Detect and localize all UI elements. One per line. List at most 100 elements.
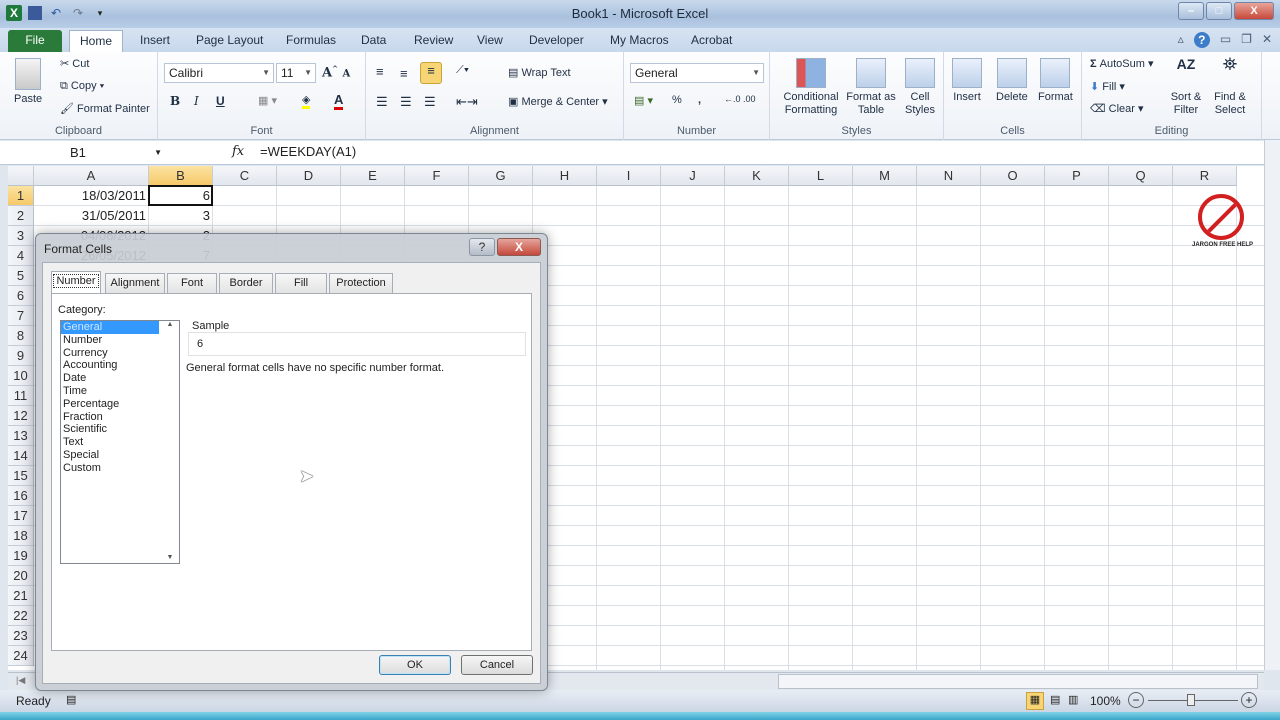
column-header-m[interactable]: M <box>853 166 917 186</box>
format-cells-button[interactable]: Format <box>1038 58 1073 104</box>
macro-record-icon[interactable]: ▤ <box>66 693 76 706</box>
tab-review[interactable]: Review <box>410 30 457 52</box>
zoom-in-button[interactable]: + <box>1241 692 1257 708</box>
zoom-slider-thumb[interactable] <box>1187 694 1195 706</box>
delete-cells-button[interactable]: Delete <box>996 58 1028 104</box>
column-header-j[interactable]: J <box>661 166 725 186</box>
row-header-21[interactable]: 21 <box>8 586 34 606</box>
row-header-11[interactable]: 11 <box>8 386 34 406</box>
tab-developer[interactable]: Developer <box>525 30 588 52</box>
tab-home[interactable]: Home <box>69 30 123 52</box>
minimize-ribbon-icon[interactable]: ▵ <box>1178 32 1184 48</box>
column-header-r[interactable]: R <box>1173 166 1237 186</box>
dialog-tab-font[interactable]: Font <box>167 273 217 293</box>
font-color-icon[interactable]: A <box>334 92 344 110</box>
row-header-17[interactable]: 17 <box>8 506 34 526</box>
name-box[interactable]: B1 ▼ <box>8 143 166 163</box>
category-item-accounting[interactable]: Accounting <box>61 359 159 372</box>
fill-button[interactable]: ⬇ Fill ▾ <box>1090 80 1125 93</box>
select-all-button[interactable] <box>8 166 34 186</box>
row-header-15[interactable]: 15 <box>8 466 34 486</box>
row-header-8[interactable]: 8 <box>8 326 34 346</box>
dialog-tab-alignment[interactable]: Alignment <box>105 273 165 293</box>
category-item-fraction[interactable]: Fraction <box>61 411 159 424</box>
number-format-combo[interactable]: General ▼ <box>630 63 764 83</box>
decimal-icons[interactable]: ←.0 .00 <box>724 94 756 104</box>
column-header-o[interactable]: O <box>981 166 1045 186</box>
category-item-custom[interactable]: Custom <box>61 462 159 475</box>
dialog-tab-protection[interactable]: Protection <box>329 273 393 293</box>
row-header-22[interactable]: 22 <box>8 606 34 626</box>
close-button[interactable]: X <box>1234 2 1274 20</box>
zoom-out-button[interactable]: − <box>1128 692 1144 708</box>
dialog-tab-number[interactable]: Number <box>51 271 101 294</box>
sheet-nav-first-icon[interactable]: |◀ <box>16 675 25 686</box>
clear-button[interactable]: ⌫ Clear ▾ <box>1090 102 1144 115</box>
insert-function-icon[interactable]: fx <box>232 144 244 159</box>
orientation-icon[interactable]: ⟋▾ <box>456 64 469 77</box>
format-painter-button[interactable]: 🖌 Format Painter <box>60 102 150 115</box>
normal-view-icon[interactable]: ▦ <box>1026 692 1044 710</box>
help-icon[interactable]: ? <box>1193 32 1210 48</box>
tab-my-macros[interactable]: My Macros <box>606 30 673 52</box>
dialog-close-button[interactable]: X <box>497 238 541 256</box>
scroll-up-icon[interactable]: ▲ <box>161 321 179 328</box>
accounting-format-icon[interactable]: ▤ ▾ <box>634 94 653 107</box>
find-select-button[interactable]: ⛯ Find & Select <box>1210 55 1250 117</box>
borders-icon[interactable]: ▦ ▾ <box>258 94 277 107</box>
row-header-16[interactable]: 16 <box>8 486 34 506</box>
category-item-scientific[interactable]: Scientific <box>61 423 159 436</box>
align-bottom-icon[interactable]: ≡ <box>420 62 442 84</box>
autosum-button[interactable]: Σ AutoSum ▾ <box>1090 57 1154 70</box>
tab-insert[interactable]: Insert <box>136 30 174 52</box>
column-header-a[interactable]: A <box>34 166 149 186</box>
cell-styles-button[interactable]: Cell Styles <box>900 58 940 117</box>
category-item-time[interactable]: Time <box>61 385 159 398</box>
row-header-10[interactable]: 10 <box>8 366 34 386</box>
row-header-14[interactable]: 14 <box>8 446 34 466</box>
paste-button[interactable]: Paste <box>14 58 42 106</box>
insert-cells-button[interactable]: Insert <box>952 58 982 104</box>
row-header-2[interactable]: 2 <box>8 206 34 226</box>
category-item-special[interactable]: Special <box>61 449 159 462</box>
row-header-20[interactable]: 20 <box>8 566 34 586</box>
category-list[interactable]: General Number Currency Accounting Date Time P… <box>60 320 180 564</box>
column-header-g[interactable]: G <box>469 166 533 186</box>
page-break-view-icon[interactable]: ▥ <box>1068 693 1078 706</box>
indent-icons[interactable]: ⇤⇥ <box>456 94 478 110</box>
bold-button[interactable]: B <box>170 94 180 108</box>
zoom-level[interactable]: 100% <box>1090 694 1121 708</box>
column-header-f[interactable]: F <box>405 166 469 186</box>
workbook-minimize-icon[interactable]: ▭ <box>1220 32 1231 48</box>
column-header-q[interactable]: Q <box>1109 166 1173 186</box>
row-header-7[interactable]: 7 <box>8 306 34 326</box>
percent-button[interactable]: % <box>672 94 682 106</box>
align-left-icon[interactable]: ☰ <box>376 94 388 110</box>
align-top-icon[interactable]: ≡ <box>376 64 384 79</box>
tab-file[interactable]: File <box>8 30 62 52</box>
tab-page-layout[interactable]: Page Layout <box>192 30 267 52</box>
grow-font-icon[interactable]: A^ A <box>322 64 350 80</box>
format-as-table-button[interactable]: Format as Table <box>846 58 896 117</box>
cell-a1[interactable]: 18/03/2011 <box>34 186 149 206</box>
font-name-combo[interactable]: Calibri ▼ <box>164 63 274 83</box>
horizontal-scrollbar[interactable] <box>778 674 1258 689</box>
row-header-6[interactable]: 6 <box>8 286 34 306</box>
column-header-e[interactable]: E <box>341 166 405 186</box>
dialog-tab-fill[interactable]: Fill <box>275 273 327 293</box>
column-header-i[interactable]: I <box>597 166 661 186</box>
column-header-b[interactable]: B <box>149 166 213 186</box>
cut-button[interactable]: ✂ Cut <box>60 57 89 70</box>
column-header-l[interactable]: L <box>789 166 853 186</box>
scroll-down-icon[interactable]: ▼ <box>161 554 179 561</box>
row-header-4[interactable]: 4 <box>8 246 34 266</box>
underline-button[interactable]: U <box>216 94 225 108</box>
row-header-3[interactable]: 3 <box>8 226 34 246</box>
cell-a2[interactable]: 31/05/2011 <box>34 206 149 226</box>
merge-center-button[interactable]: ▣ Merge & Center ▾ <box>508 95 608 108</box>
category-item-general[interactable]: General <box>61 321 159 334</box>
sort-filter-button[interactable]: AZ Sort & Filter <box>1168 57 1204 117</box>
copy-button[interactable]: ⧉ Copy ▾ <box>60 80 104 93</box>
row-header-5[interactable]: 5 <box>8 266 34 286</box>
column-header-p[interactable]: P <box>1045 166 1109 186</box>
